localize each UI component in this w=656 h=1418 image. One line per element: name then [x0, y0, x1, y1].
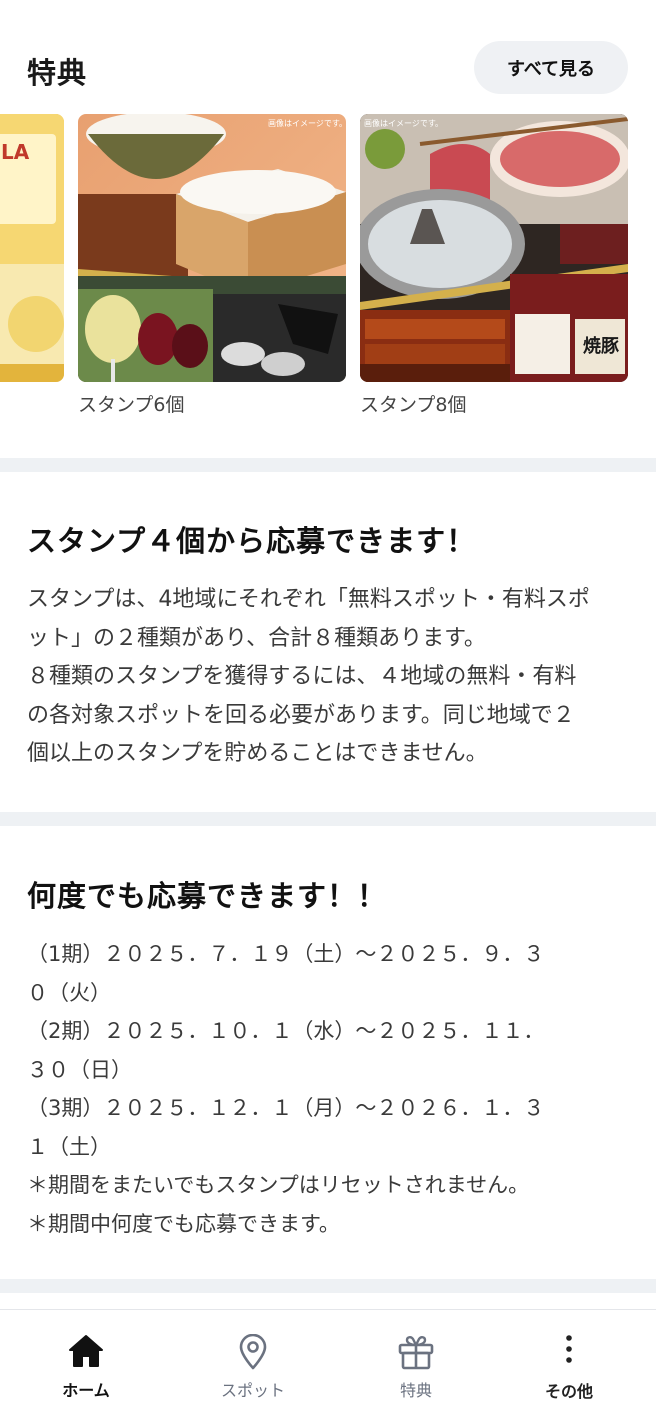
benefit-caption: スタンプ6個 — [78, 394, 185, 416]
period-line: ３０（日） — [27, 1057, 132, 1082]
benefit-card[interactable]: 画像はイメージです。 スタンプ6個 — [78, 114, 346, 417]
benefits-carousel[interactable]: LA 画像はイメージです。 スタンプ6個 焼豚 画像はイメージです。 スタンプ8… — [0, 114, 656, 424]
apply-line: の各対象スポットを回る必要があります。同じ地域で２ — [27, 702, 575, 728]
image-note: 画像はイメージです。 — [364, 118, 443, 128]
period-note: ＊期間をまたいでもスタンプはリセットされません。 — [27, 1173, 530, 1197]
period-line: （3期）２０２５．１２．１（月）〜２０２６．１．３ — [27, 1096, 545, 1120]
bottom-nav: ホーム スポット 特典 その他 — [0, 1309, 656, 1418]
home-icon — [69, 1335, 103, 1367]
nav-spot[interactable]: スポット — [171, 1310, 335, 1418]
apply-line: ８種類のスタンプを獲得するには、４地域の無料・有料 — [27, 664, 577, 689]
nav-home[interactable]: ホーム — [4, 1310, 168, 1418]
benefits-title: 特典 — [27, 56, 88, 90]
benefit-image: 画像はイメージです。 — [78, 114, 346, 382]
nav-benefits-label: 特典 — [399, 1381, 432, 1400]
period-note: ＊期間中何度でも応募できます。 — [27, 1211, 340, 1236]
nav-home-label: ホーム — [62, 1381, 110, 1400]
badge-text: 焼豚 — [583, 335, 619, 357]
benefit-caption: スタンプ8個 — [360, 394, 467, 416]
period-line: １（土） — [27, 1134, 111, 1159]
section-divider — [0, 812, 656, 826]
apply-line: 個以上のスタンプを貯めることはできません。 — [27, 741, 488, 766]
image-note: 画像はイメージです。 — [268, 118, 346, 128]
benefit-image: LA — [0, 114, 64, 382]
section-divider — [0, 458, 656, 472]
benefit-image: 焼豚 画像はイメージです。 — [360, 114, 628, 382]
benefits-section: 特典 すべて見る LA 画像はイメージです。 スタンプ6個 焼豚 画像はイメージ… — [0, 0, 656, 458]
nav-benefits[interactable]: 特典 — [334, 1310, 498, 1418]
svg-text:LA: LA — [1, 140, 30, 164]
nav-other[interactable]: その他 — [487, 1310, 651, 1418]
apply-title: スタンプ４個から応募できます！ — [27, 524, 477, 558]
section-divider — [0, 1279, 656, 1293]
nav-other-label: その他 — [544, 1382, 593, 1401]
period-line: （1期）２０２５．７．１９（土）〜２０２５．９．３ — [27, 942, 545, 966]
gift-icon — [398, 1336, 434, 1370]
apply-body: スタンプは、4地域にそれぞれ「無料スポット・有料スポ ット」の２種類があり、合計… — [27, 581, 639, 774]
map-pin-icon — [239, 1334, 267, 1370]
benefit-card[interactable]: 焼豚 画像はイメージです。 スタンプ8個 — [360, 114, 628, 417]
more-vertical-icon — [566, 1335, 572, 1363]
period-line: ０（火） — [27, 980, 111, 1005]
period-line: （2期）２０２５．１０．１（水）〜２０２５．１１． — [27, 1019, 545, 1043]
benefit-card[interactable]: LA — [0, 114, 64, 390]
periods-title: 何度でも応募できます！！ — [27, 879, 388, 913]
apply-line: ット」の２種類があり、合計８種類あります。 — [27, 625, 486, 651]
apply-line: スタンプは、4地域にそれぞれ「無料スポット・有料スポ — [27, 587, 590, 612]
periods-body: （1期）２０２５．７．１９（土）〜２０２５．９．３ ０（火） （2期）２０２５．… — [27, 935, 639, 1243]
nav-spot-label: スポット — [220, 1381, 285, 1400]
see-all-button[interactable]: すべて見る — [474, 41, 628, 94]
